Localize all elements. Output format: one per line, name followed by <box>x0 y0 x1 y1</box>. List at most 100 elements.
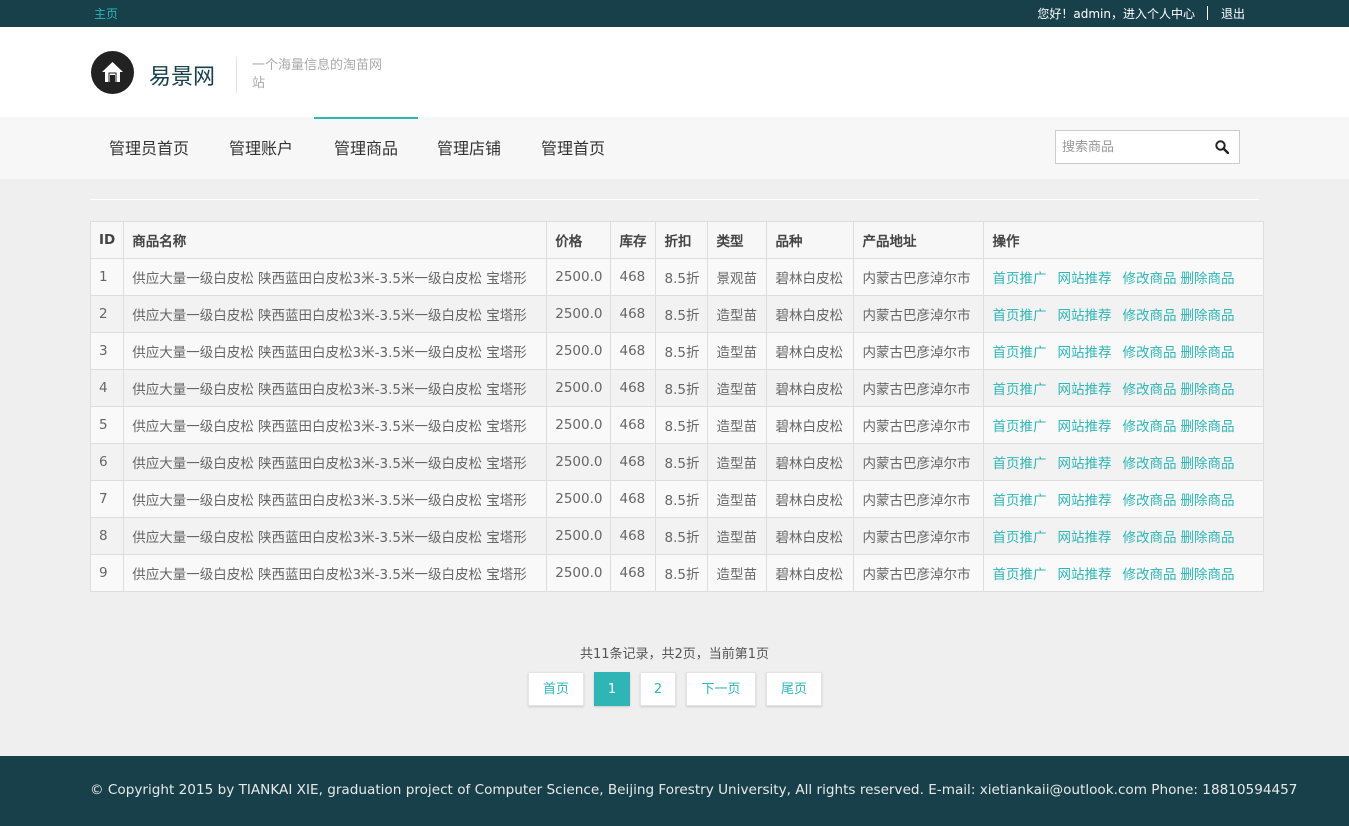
promote-home-link[interactable]: 首页推广 <box>992 382 1046 398</box>
cell-price: 2500.0 <box>546 480 612 518</box>
recommend-link[interactable]: 网站推荐 <box>1057 493 1111 509</box>
recommend-link[interactable]: 网站推荐 <box>1057 456 1111 472</box>
recommend-link[interactable]: 网站推荐 <box>1057 567 1111 583</box>
cell-name: 供应大量一级白皮松 陕西蓝田白皮松3米-3.5米一级白皮松 宝塔形 <box>123 258 548 296</box>
cell-price: 2500.0 <box>546 295 612 333</box>
cell-price: 2500.0 <box>546 443 612 481</box>
recommend-link[interactable]: 网站推荐 <box>1057 308 1111 324</box>
cell-name: 供应大量一级白皮松 陕西蓝田白皮松3米-3.5米一级白皮松 宝塔形 <box>123 332 548 370</box>
cell-discount: 8.5折 <box>655 443 709 481</box>
promote-home-link[interactable]: 首页推广 <box>992 456 1046 472</box>
recommend-link[interactable]: 网站推荐 <box>1057 271 1111 287</box>
pagination-info: 共11条记录，共2页，当前第1页 <box>579 647 770 662</box>
cell-address: 内蒙古巴彦淖尔市 <box>853 517 985 555</box>
delete-product-link[interactable]: 删除商品 <box>1180 308 1234 324</box>
nav-item-2[interactable]: 管理账户 <box>229 117 293 179</box>
page-1-button[interactable]: 1 <box>594 672 630 706</box>
delete-product-link[interactable]: 删除商品 <box>1180 271 1234 287</box>
next-page-button[interactable]: 下一页 <box>686 672 756 706</box>
edit-product-link[interactable]: 修改商品 <box>1122 271 1176 287</box>
promote-home-link[interactable]: 首页推广 <box>992 345 1046 361</box>
cell-actions: 首页推广 网站推荐 修改商品 删除商品 <box>983 369 1265 407</box>
delete-product-link[interactable]: 删除商品 <box>1180 530 1234 546</box>
nav-item-4[interactable]: 管理店铺 <box>437 117 501 179</box>
cell-address: 内蒙古巴彦淖尔市 <box>853 295 985 333</box>
edit-product-link[interactable]: 修改商品 <box>1122 493 1176 509</box>
logout-link[interactable]: 退出 <box>1221 5 1245 22</box>
cell-price: 2500.0 <box>546 406 612 444</box>
cell-stock: 468 <box>610 480 657 518</box>
home-link[interactable]: 主页 <box>94 5 118 22</box>
divider <box>90 199 1259 200</box>
column-header: ID <box>89 221 125 259</box>
cell-discount: 8.5折 <box>655 480 709 518</box>
cell-stock: 468 <box>610 369 657 407</box>
edit-product-link[interactable]: 修改商品 <box>1122 382 1176 398</box>
cell-type: 造型苗 <box>707 369 768 407</box>
cell-actions: 首页推广 网站推荐 修改商品 删除商品 <box>983 406 1265 444</box>
cell-variety: 碧林白皮松 <box>766 295 855 333</box>
promote-home-link[interactable]: 首页推广 <box>992 419 1046 435</box>
promote-home-link[interactable]: 首页推广 <box>992 493 1046 509</box>
promote-home-link[interactable]: 首页推广 <box>992 308 1046 324</box>
logo[interactable] <box>91 51 134 94</box>
first-page-button[interactable]: 首页 <box>528 672 584 706</box>
edit-product-link[interactable]: 修改商品 <box>1122 419 1176 435</box>
promote-home-link[interactable]: 首页推广 <box>992 530 1046 546</box>
cell-type: 造型苗 <box>707 295 768 333</box>
edit-product-link[interactable]: 修改商品 <box>1122 308 1176 324</box>
cell-name: 供应大量一级白皮松 陕西蓝田白皮松3米-3.5米一级白皮松 宝塔形 <box>123 480 548 518</box>
edit-product-link[interactable]: 修改商品 <box>1122 567 1176 583</box>
delete-product-link[interactable]: 删除商品 <box>1180 567 1234 583</box>
cell-actions: 首页推广 网站推荐 修改商品 删除商品 <box>983 480 1265 518</box>
last-page-button[interactable]: 尾页 <box>766 672 822 706</box>
divider <box>1207 6 1208 20</box>
cell-type: 造型苗 <box>707 480 768 518</box>
recommend-link[interactable]: 网站推荐 <box>1057 530 1111 546</box>
page-2-button[interactable]: 2 <box>640 672 676 706</box>
table-row: 8 供应大量一级白皮松 陕西蓝田白皮松3米-3.5米一级白皮松 宝塔形 2500.0… <box>89 517 1265 555</box>
delete-product-link[interactable]: 删除商品 <box>1180 419 1234 435</box>
cell-id: 2 <box>89 295 125 333</box>
delete-product-link[interactable]: 删除商品 <box>1180 456 1234 472</box>
search-input[interactable] <box>1056 131 1206 163</box>
site-name: 易景网 <box>149 65 216 90</box>
delete-product-link[interactable]: 删除商品 <box>1180 345 1234 361</box>
edit-product-link[interactable]: 修改商品 <box>1122 456 1176 472</box>
search-icon[interactable] <box>1215 140 1229 154</box>
recommend-link[interactable]: 网站推荐 <box>1057 382 1111 398</box>
cell-id: 1 <box>89 258 125 296</box>
cell-type: 造型苗 <box>707 443 768 481</box>
cell-name: 供应大量一级白皮松 陕西蓝田白皮松3米-3.5米一级白皮松 宝塔形 <box>123 554 548 592</box>
promote-home-link[interactable]: 首页推广 <box>992 271 1046 287</box>
table-row: 6 供应大量一级白皮松 陕西蓝田白皮松3米-3.5米一级白皮松 宝塔形 2500.0… <box>89 443 1265 481</box>
table-row: 9 供应大量一级白皮松 陕西蓝田白皮松3米-3.5米一级白皮松 宝塔形 2500.0… <box>89 554 1265 592</box>
cell-actions: 首页推广 网站推荐 修改商品 删除商品 <box>983 517 1265 555</box>
cell-actions: 首页推广 网站推荐 修改商品 删除商品 <box>983 443 1265 481</box>
column-header: 价格 <box>546 221 612 259</box>
cell-price: 2500.0 <box>546 332 612 370</box>
nav-item-5[interactable]: 管理首页 <box>541 117 605 179</box>
cell-discount: 8.5折 <box>655 369 709 407</box>
promote-home-link[interactable]: 首页推广 <box>992 567 1046 583</box>
site-footer: © Copyright 2015 by TIANKAI XIE, graduat… <box>0 756 1349 826</box>
edit-product-link[interactable]: 修改商品 <box>1122 530 1176 546</box>
user-center-link[interactable]: 您好！admin，进入个人中心 <box>1037 5 1195 22</box>
cell-discount: 8.5折 <box>655 332 709 370</box>
cell-actions: 首页推广 网站推荐 修改商品 删除商品 <box>983 295 1265 333</box>
nav-item-3[interactable]: 管理商品 <box>314 117 419 179</box>
cell-id: 8 <box>89 517 125 555</box>
cell-discount: 8.5折 <box>655 406 709 444</box>
cell-id: 5 <box>89 406 125 444</box>
product-table: ID 商品名称 价格 库存 折扣 类型 品种 产品地址 操作 1 供应大量一级白皮松 陕西蓝田白皮… <box>89 221 1265 592</box>
delete-product-link[interactable]: 删除商品 <box>1180 382 1234 398</box>
cell-id: 9 <box>89 554 125 592</box>
edit-product-link[interactable]: 修改商品 <box>1122 345 1176 361</box>
cell-id: 3 <box>89 332 125 370</box>
cell-id: 4 <box>89 369 125 407</box>
recommend-link[interactable]: 网站推荐 <box>1057 419 1111 435</box>
nav-item-1[interactable]: 管理员首页 <box>109 117 189 179</box>
recommend-link[interactable]: 网站推荐 <box>1057 345 1111 361</box>
delete-product-link[interactable]: 删除商品 <box>1180 493 1234 509</box>
cell-price: 2500.0 <box>546 554 612 592</box>
